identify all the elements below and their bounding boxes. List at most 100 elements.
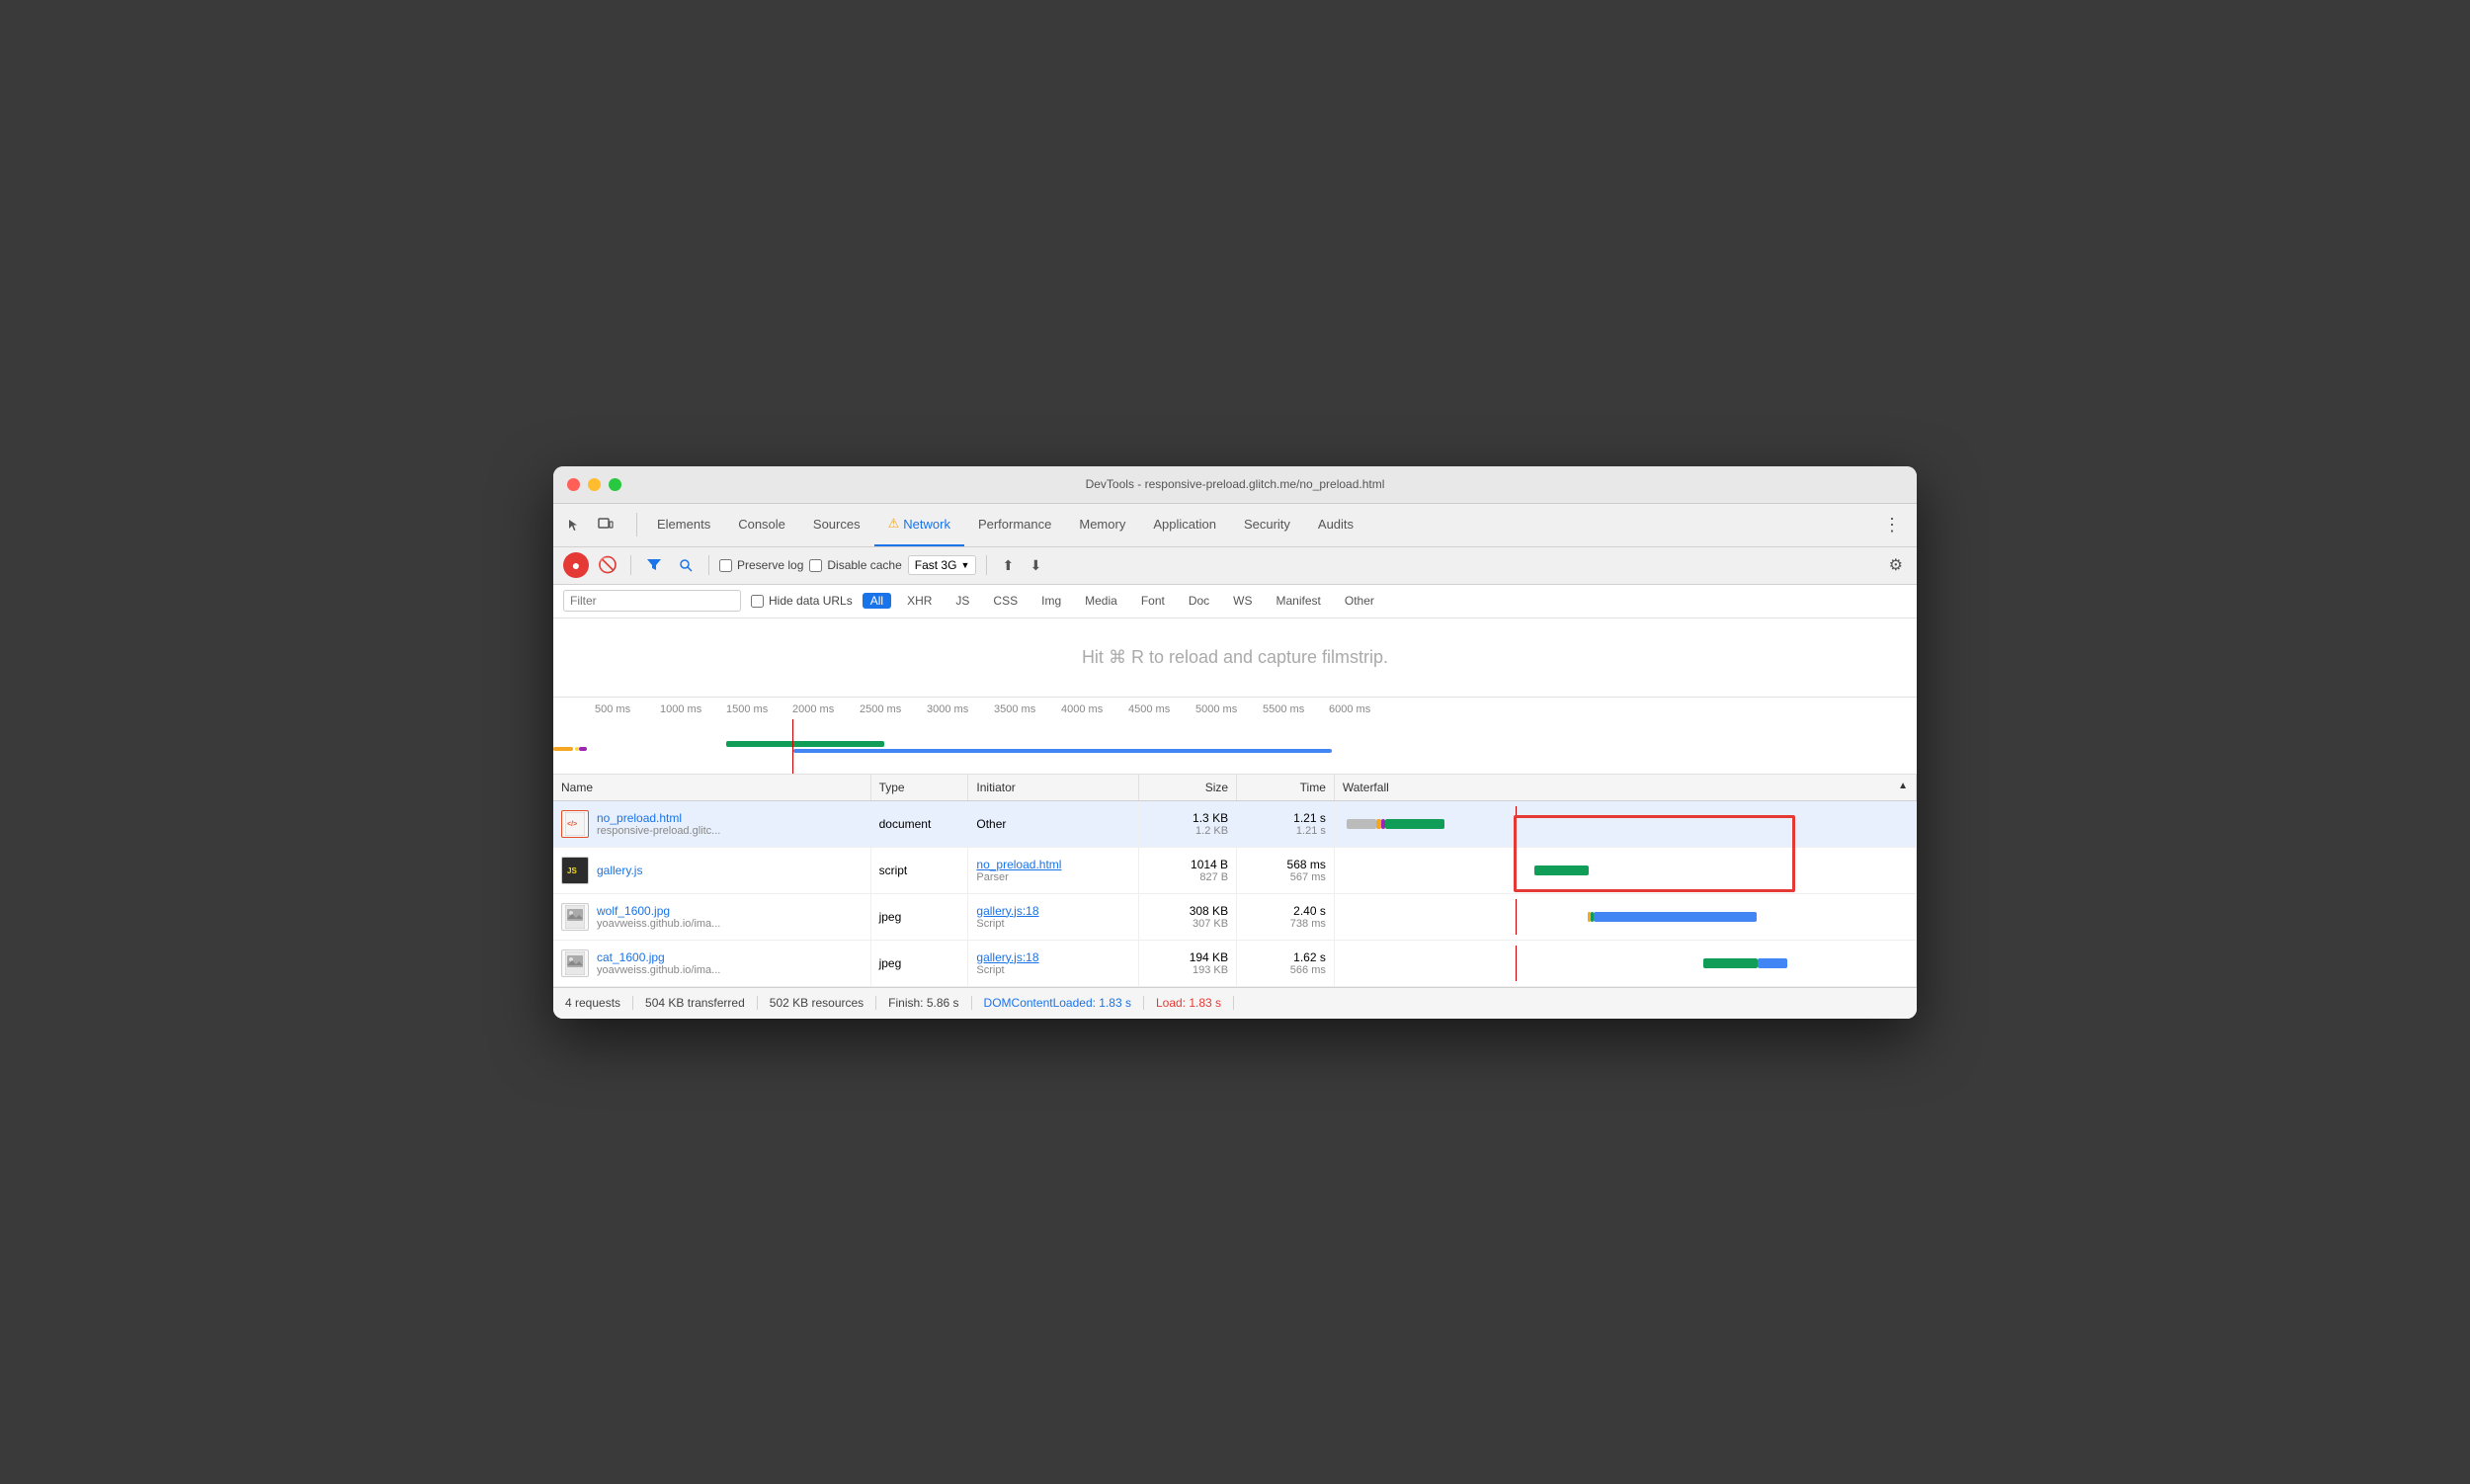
table-row[interactable]: </> no_preload.html responsive-preload.g…: [553, 800, 1917, 847]
svg-text:JS: JS: [567, 866, 577, 875]
clear-button[interactable]: 🚫: [595, 552, 620, 578]
titlebar: DevTools - responsive-preload.glitch.me/…: [553, 466, 1917, 504]
ruler-500: 500 ms: [595, 703, 630, 715]
vertical-redline-timeline: [792, 719, 793, 774]
row3-time: 2.40 s 738 ms: [1237, 893, 1335, 940]
row2-waterfall: [1334, 847, 1916, 893]
timeline-ruler: 500 ms 1000 ms 1500 ms 2000 ms 2500 ms 3…: [553, 698, 1917, 775]
row1-name-lines: no_preload.html responsive-preload.glitc…: [597, 811, 720, 837]
cursor-icon[interactable]: [561, 512, 587, 537]
row4-time: 1.62 s 566 ms: [1237, 940, 1335, 986]
tab-performance[interactable]: Performance: [964, 503, 1065, 546]
filter-media[interactable]: Media: [1077, 593, 1125, 609]
file-icon-html: </>: [561, 810, 589, 838]
table-row[interactable]: wolf_1600.jpg yoavweiss.github.io/ima...…: [553, 893, 1917, 940]
wf-bar-green: [1385, 819, 1444, 829]
wf-bar-blue-4: [1758, 958, 1787, 968]
toolbar-divider-1: [630, 555, 631, 575]
table-row[interactable]: cat_1600.jpg yoavweiss.github.io/ima... …: [553, 940, 1917, 986]
ruler-3000: 3000 ms: [927, 703, 968, 715]
filter-css[interactable]: CSS: [985, 593, 1026, 609]
ruler-5000: 5000 ms: [1195, 703, 1237, 715]
tab-memory[interactable]: Memory: [1065, 503, 1139, 546]
wf-vline-3: [1516, 899, 1517, 935]
disable-cache-checkbox[interactable]: [809, 559, 822, 572]
row2-name: JS gallery.js: [553, 847, 870, 893]
tab-application[interactable]: Application: [1139, 503, 1230, 546]
tab-network[interactable]: ⚠ Network: [874, 503, 964, 546]
row2-type: script: [870, 847, 968, 893]
row1-initiator: Other: [968, 800, 1139, 847]
row2-time: 568 ms 567 ms: [1237, 847, 1335, 893]
tab-sources[interactable]: Sources: [799, 503, 874, 546]
toolbar-divider-2: [708, 555, 709, 575]
minimize-button[interactable]: [588, 478, 601, 491]
wf-vline-2: [1516, 853, 1517, 888]
filter-img[interactable]: Img: [1033, 593, 1069, 609]
network-table-container[interactable]: Name Type Initiator Size Time Waterfall …: [553, 775, 1917, 987]
row4-waterfall: [1334, 940, 1916, 986]
search-icon[interactable]: [673, 552, 699, 578]
row3-initiator: gallery.js:18 Script: [968, 893, 1139, 940]
tab-audits[interactable]: Audits: [1304, 503, 1367, 546]
filter-js[interactable]: JS: [947, 593, 977, 609]
wf-bar-gray: [1347, 819, 1376, 829]
timeline-bar-blue: [793, 749, 1332, 753]
filter-all[interactable]: All: [863, 593, 891, 609]
preserve-log-checkbox[interactable]: [719, 559, 732, 572]
devtools-window: DevTools - responsive-preload.glitch.me/…: [553, 466, 1917, 1019]
ruler-1000: 1000 ms: [660, 703, 701, 715]
tab-elements[interactable]: Elements: [643, 503, 724, 546]
record-button[interactable]: ●: [563, 552, 589, 578]
preserve-log-label[interactable]: Preserve log: [719, 558, 803, 572]
row3-waterfall: [1334, 893, 1916, 940]
timeline-bar-orange: [553, 747, 573, 751]
timeline-bars: [553, 719, 1917, 774]
row3-size: 308 KB 307 KB: [1139, 893, 1237, 940]
wf-bar-blue-3: [1594, 912, 1757, 922]
disable-cache-label[interactable]: Disable cache: [809, 558, 901, 572]
filter-doc[interactable]: Doc: [1181, 593, 1217, 609]
ruler-labels: 500 ms 1000 ms 1500 ms 2000 ms 2500 ms 3…: [553, 698, 1917, 717]
toolbar-divider-3: [986, 555, 987, 575]
settings-icon[interactable]: ⚙: [1885, 551, 1907, 579]
ruler-4500: 4500 ms: [1128, 703, 1170, 715]
filter-font[interactable]: Font: [1133, 593, 1173, 609]
ruler-5500: 5500 ms: [1263, 703, 1304, 715]
filter-xhr[interactable]: XHR: [899, 593, 940, 609]
col-type: Type: [870, 775, 968, 801]
filter-other[interactable]: Other: [1337, 593, 1382, 609]
export-button[interactable]: ⬇: [1025, 554, 1046, 576]
wf-bar-green-2: [1534, 866, 1589, 875]
import-button[interactable]: ⬆: [997, 554, 1019, 576]
row4-name-lines: cat_1600.jpg yoavweiss.github.io/ima...: [597, 950, 720, 976]
row1-time: 1.21 s 1.21 s: [1237, 800, 1335, 847]
filter-input[interactable]: [563, 590, 741, 612]
tab-security[interactable]: Security: [1230, 503, 1304, 546]
maximize-button[interactable]: [609, 478, 621, 491]
filter-manifest[interactable]: Manifest: [1269, 593, 1329, 609]
col-initiator: Initiator: [968, 775, 1139, 801]
table-row[interactable]: JS gallery.js script no_preload.html: [553, 847, 1917, 893]
filter-bar: Hide data URLs All XHR JS CSS Img Media …: [553, 585, 1917, 618]
row4-name: cat_1600.jpg yoavweiss.github.io/ima...: [553, 940, 870, 986]
device-icon[interactable]: [593, 512, 618, 537]
hide-data-urls-label[interactable]: Hide data URLs: [751, 594, 853, 608]
filter-ws[interactable]: WS: [1225, 593, 1260, 609]
col-name: Name: [553, 775, 870, 801]
throttle-select[interactable]: Fast 3G ▼: [908, 555, 977, 575]
filter-icon[interactable]: [641, 552, 667, 578]
status-transferred: 504 KB transferred: [633, 996, 758, 1010]
wf-vline: [1516, 806, 1517, 842]
window-title: DevTools - responsive-preload.glitch.me/…: [1086, 477, 1385, 491]
row1-size: 1.3 KB 1.2 KB: [1139, 800, 1237, 847]
more-menu-button[interactable]: ⋮: [1875, 511, 1909, 539]
hide-data-urls-checkbox[interactable]: [751, 595, 764, 608]
file-icon-img1: [561, 903, 589, 931]
ruler-6000: 6000 ms: [1329, 703, 1370, 715]
row4-initiator: gallery.js:18 Script: [968, 940, 1139, 986]
tab-console[interactable]: Console: [724, 503, 799, 546]
status-bar: 4 requests 504 KB transferred 502 KB res…: [553, 987, 1917, 1019]
row4-size: 194 KB 193 KB: [1139, 940, 1237, 986]
close-button[interactable]: [567, 478, 580, 491]
